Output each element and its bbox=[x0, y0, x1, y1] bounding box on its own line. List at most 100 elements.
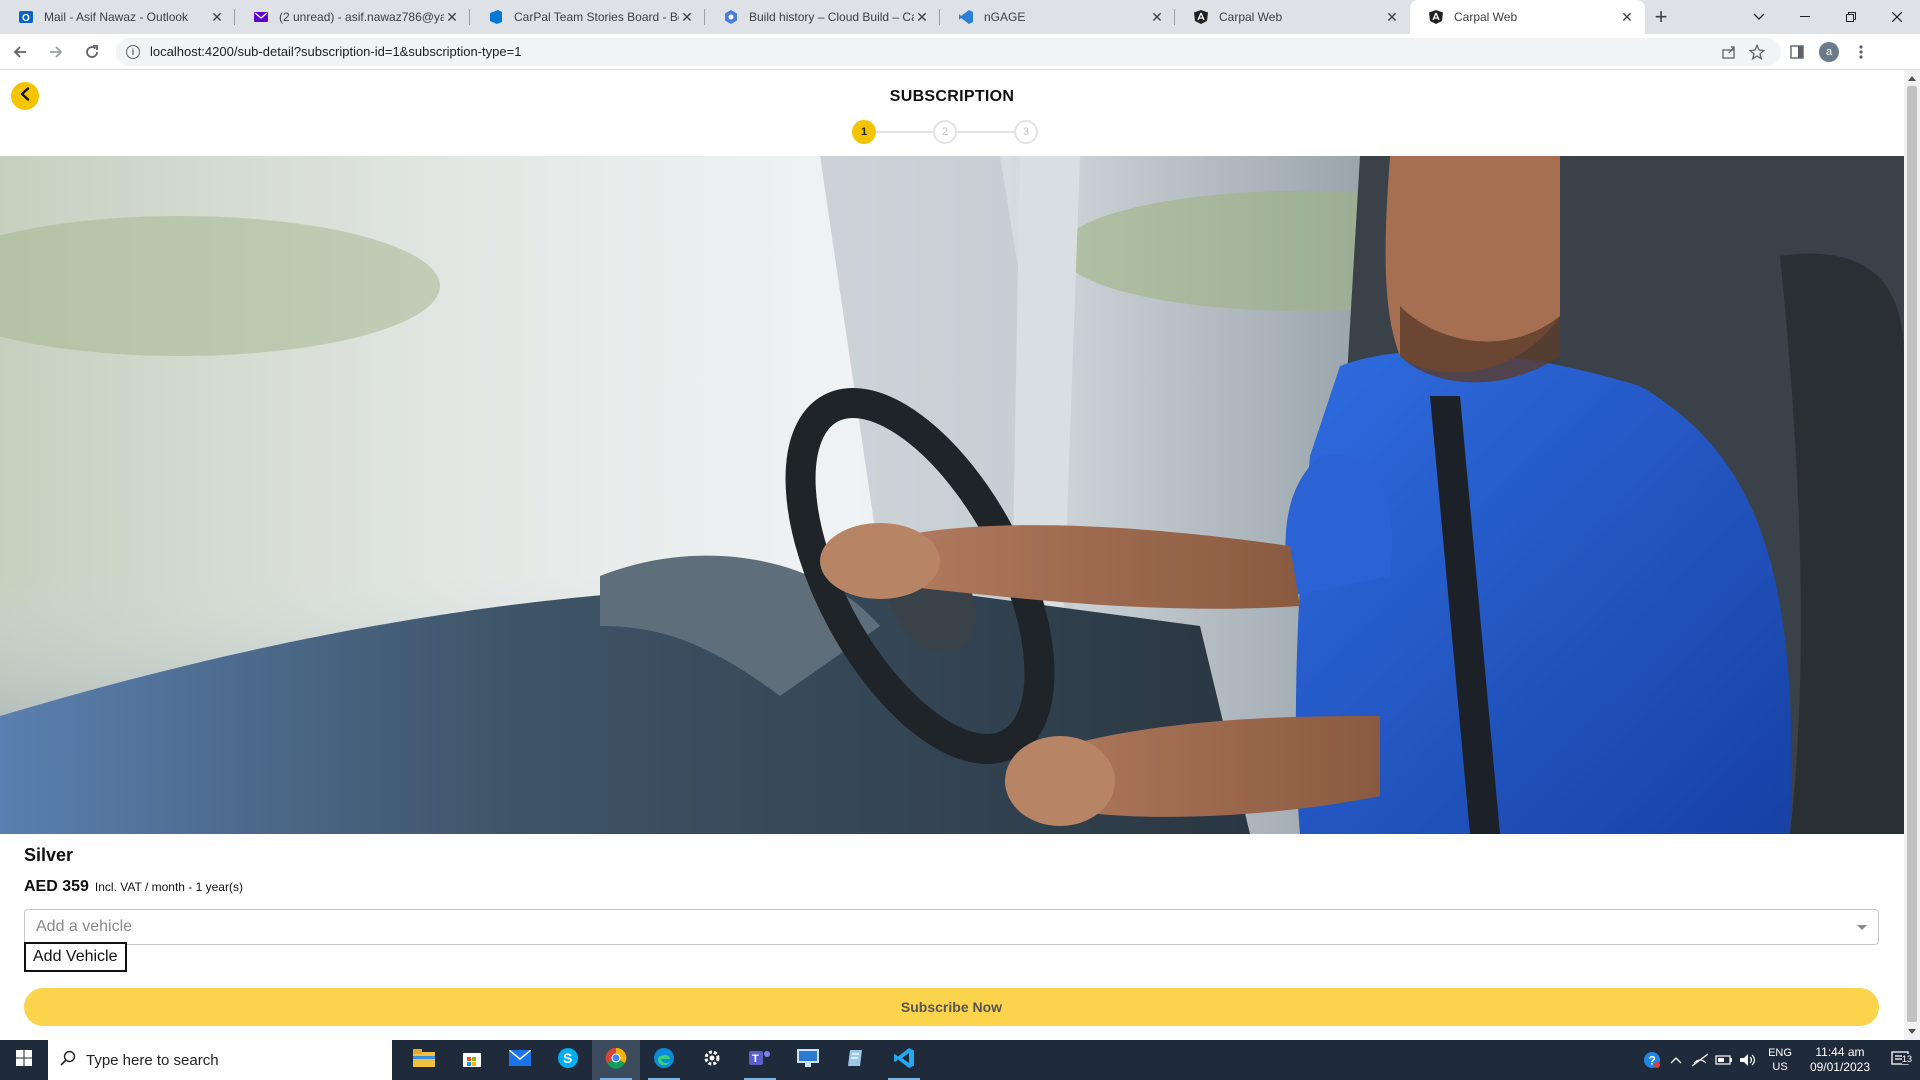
scroll-down-icon[interactable] bbox=[1908, 1029, 1916, 1034]
close-tab-icon[interactable]: ✕ bbox=[679, 9, 695, 26]
plan-price: AED 359 Incl. VAT / month - 1 year(s) bbox=[24, 878, 243, 896]
close-tab-icon[interactable]: ✕ bbox=[209, 9, 225, 26]
browser-menu-icon[interactable] bbox=[1845, 36, 1877, 68]
remote-desktop-app[interactable] bbox=[784, 1040, 832, 1080]
profile-avatar[interactable]: a bbox=[1813, 36, 1845, 68]
close-window-button[interactable] bbox=[1874, 0, 1920, 34]
step-connector bbox=[957, 131, 1014, 133]
tab-search-chevron-icon[interactable] bbox=[1736, 0, 1782, 34]
chevron-up-icon[interactable] bbox=[1664, 1056, 1688, 1064]
vscode-app[interactable] bbox=[880, 1040, 928, 1080]
tab-outlook[interactable]: O Mail - Asif Nawaz - Outlook ✕ bbox=[0, 0, 235, 34]
tab-ngage[interactable]: nGAGE ✕ bbox=[940, 0, 1175, 34]
url-text: localhost:4200/sub-detail?subscription-i… bbox=[150, 44, 522, 59]
reload-icon[interactable] bbox=[76, 36, 108, 68]
yahoo-mail-icon bbox=[253, 9, 269, 25]
clock-time: 11:44 am bbox=[1815, 1045, 1865, 1059]
restore-button[interactable] bbox=[1828, 0, 1874, 34]
tab-azure-boards[interactable]: CarPal Team Stories Board - Boa ✕ bbox=[470, 0, 705, 34]
language-indicator[interactable]: ENG US bbox=[1768, 1046, 1792, 1074]
notification-center-button[interactable]: 13 bbox=[1880, 1050, 1920, 1070]
teams-icon: T bbox=[749, 1048, 771, 1073]
tab-title: Carpal Web bbox=[1454, 10, 1518, 24]
close-tab-icon[interactable]: ✕ bbox=[444, 9, 460, 26]
tab-title: CarPal Team Stories Board - Boa bbox=[514, 10, 679, 24]
tab-title: Build history – Cloud Build – Car bbox=[749, 10, 914, 24]
battery-icon[interactable] bbox=[1712, 1054, 1736, 1066]
gear-icon bbox=[702, 1048, 722, 1073]
new-tab-button[interactable]: + bbox=[1645, 0, 1677, 34]
help-icon[interactable]: ? bbox=[1640, 1051, 1664, 1069]
clock-date: 09/01/2023 bbox=[1809, 1060, 1870, 1074]
svg-text:S: S bbox=[563, 1050, 572, 1066]
price-amount: AED 359 bbox=[24, 878, 89, 895]
vscode-icon bbox=[958, 9, 974, 25]
vehicle-select[interactable]: Add a vehicle bbox=[24, 909, 1879, 945]
start-button[interactable] bbox=[0, 1040, 48, 1080]
step-1: 1 bbox=[852, 120, 876, 144]
clock[interactable]: 11:44 am 09/01/2023 bbox=[1810, 1045, 1870, 1075]
step-2: 2 bbox=[933, 120, 957, 144]
remote-desktop-icon bbox=[797, 1048, 819, 1072]
browser-tab-strip: O Mail - Asif Nawaz - Outlook ✕ (2 unrea… bbox=[0, 0, 1920, 34]
file-explorer-app[interactable] bbox=[400, 1040, 448, 1080]
network-icon[interactable] bbox=[1688, 1053, 1712, 1067]
edge-icon bbox=[653, 1047, 675, 1074]
step-connector bbox=[876, 131, 933, 133]
notification-count: 13 bbox=[1901, 1053, 1912, 1064]
svg-text:T: T bbox=[752, 1053, 759, 1065]
tab-yahoo-mail[interactable]: (2 unread) - asif.nawaz786@yahoo ✕ bbox=[235, 0, 470, 34]
taskbar-apps: S T bbox=[400, 1040, 928, 1080]
scroll-thumb[interactable] bbox=[1907, 86, 1917, 1022]
cloud-build-icon bbox=[723, 9, 739, 25]
driver-in-van-photo bbox=[0, 156, 1904, 834]
store-app[interactable] bbox=[448, 1040, 496, 1080]
region-code: US bbox=[1772, 1061, 1788, 1073]
close-tab-icon[interactable]: ✕ bbox=[1384, 9, 1400, 26]
edge-app[interactable] bbox=[640, 1040, 688, 1080]
price-note: Incl. VAT / month - 1 year(s) bbox=[94, 880, 243, 894]
step-3: 3 bbox=[1014, 120, 1038, 144]
search-placeholder: Type here to search bbox=[86, 1051, 219, 1069]
angular-icon bbox=[1428, 9, 1444, 25]
site-info-icon[interactable]: i bbox=[126, 44, 140, 59]
back-nav-icon[interactable] bbox=[4, 36, 36, 68]
side-panel-icon[interactable] bbox=[1781, 36, 1813, 68]
address-bar[interactable]: i localhost:4200/sub-detail?subscription… bbox=[116, 37, 1781, 66]
windows-taskbar: Type here to search S T ? ENG US 11:44 a… bbox=[0, 1040, 1920, 1080]
tab-carpal-web[interactable]: Carpal Web ✕ bbox=[1175, 0, 1410, 34]
taskbar-search[interactable]: Type here to search bbox=[48, 1040, 392, 1080]
close-tab-icon[interactable]: ✕ bbox=[1149, 9, 1165, 26]
system-tray: ? ENG US 11:44 am 09/01/2023 13 bbox=[1640, 1040, 1920, 1080]
bookmark-star-icon[interactable] bbox=[1743, 43, 1771, 60]
dropdown-caret-icon bbox=[1857, 924, 1867, 930]
tab-carpal-web-active[interactable]: Carpal Web ✕ bbox=[1410, 0, 1645, 34]
close-tab-icon[interactable]: ✕ bbox=[914, 9, 930, 26]
page-scrollbar[interactable] bbox=[1904, 70, 1920, 1040]
notes-app[interactable] bbox=[832, 1040, 880, 1080]
azure-devops-icon bbox=[488, 9, 504, 25]
window-controls bbox=[1736, 0, 1920, 34]
folder-icon bbox=[413, 1048, 435, 1072]
browser-toolbar: i localhost:4200/sub-detail?subscription… bbox=[0, 34, 1920, 70]
teams-app[interactable]: T bbox=[736, 1040, 784, 1080]
tab-title: nGAGE bbox=[984, 10, 1026, 24]
tab-title: (2 unread) - asif.nawaz786@yahoo bbox=[279, 10, 444, 24]
svg-text:O: O bbox=[22, 13, 30, 24]
settings-app[interactable] bbox=[688, 1040, 736, 1080]
mail-app[interactable] bbox=[496, 1040, 544, 1080]
tab-cloud-build[interactable]: Build history – Cloud Build – Car ✕ bbox=[705, 0, 940, 34]
language-code: ENG bbox=[1768, 1047, 1792, 1059]
subscribe-now-button[interactable]: Subscribe Now bbox=[24, 988, 1879, 1026]
skype-app[interactable]: S bbox=[544, 1040, 592, 1080]
scroll-up-icon[interactable] bbox=[1908, 76, 1916, 81]
add-vehicle-button[interactable]: Add Vehicle bbox=[24, 942, 127, 972]
tab-title: Mail - Asif Nawaz - Outlook bbox=[44, 10, 189, 24]
chrome-app[interactable] bbox=[592, 1040, 640, 1080]
forward-nav-icon[interactable] bbox=[40, 36, 72, 68]
volume-icon[interactable] bbox=[1736, 1053, 1760, 1067]
notes-icon bbox=[846, 1048, 866, 1073]
minimize-button[interactable] bbox=[1782, 0, 1828, 34]
close-tab-icon[interactable]: ✕ bbox=[1619, 9, 1635, 26]
share-icon[interactable] bbox=[1715, 44, 1743, 60]
